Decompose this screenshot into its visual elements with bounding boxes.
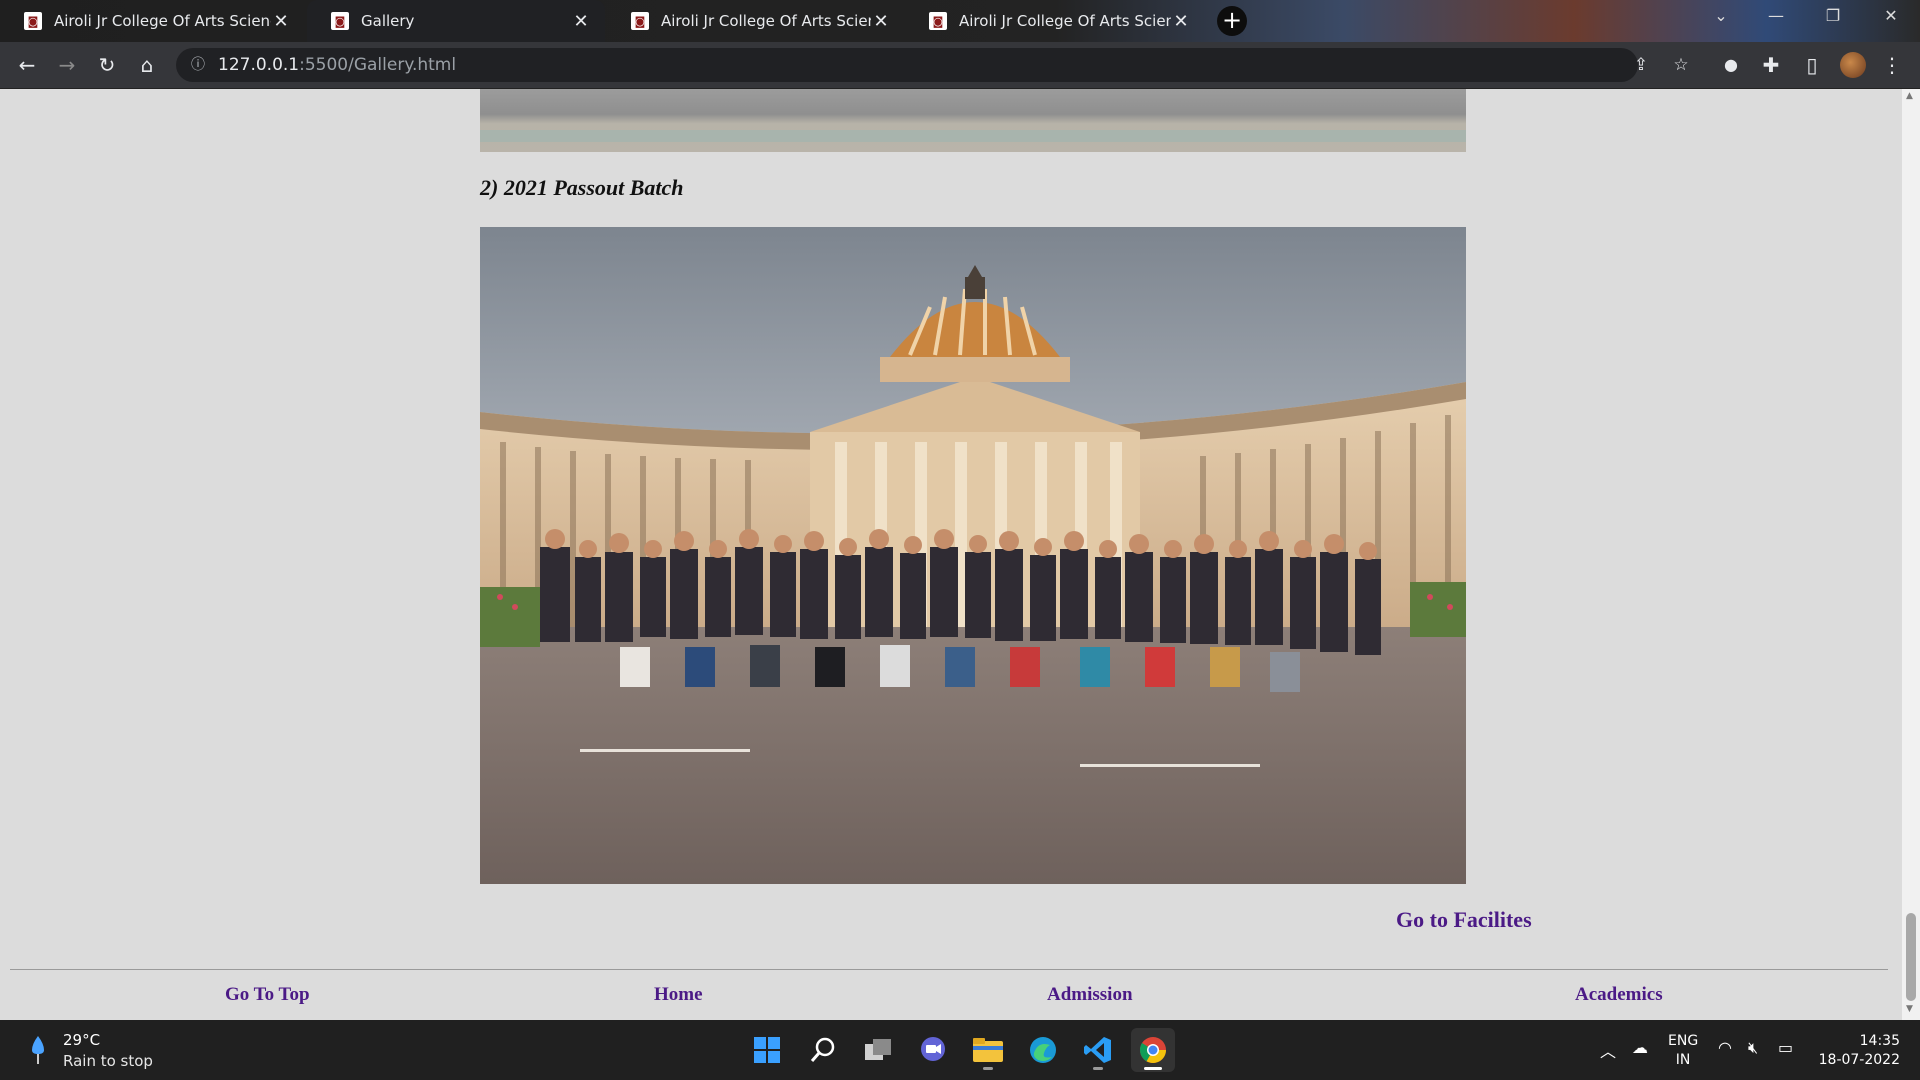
tab-close-icon[interactable]: ✕ — [571, 11, 591, 32]
search-button[interactable] — [801, 1028, 845, 1072]
gallery-section-heading: 2) 2021 Passout Batch — [480, 175, 684, 200]
weather-description[interactable]: Rain to stop — [63, 1052, 153, 1070]
running-indicator — [983, 1067, 993, 1070]
vscode-button[interactable] — [1076, 1028, 1120, 1072]
language-code: ENG — [1668, 1033, 1699, 1049]
weather-temperature[interactable]: 29°C — [63, 1031, 100, 1049]
task-view-icon — [865, 1039, 891, 1060]
rain-weather-icon[interactable] — [30, 1034, 46, 1066]
system-clock[interactable]: 14:35 18-07-2022 — [1816, 1032, 1900, 1070]
page-scrollbar[interactable]: ▲ ▼ — [1902, 89, 1920, 1020]
photo-detail — [480, 130, 1466, 142]
share-icon[interactable]: ⇪ — [1626, 48, 1656, 82]
go-to-facilities-link[interactable]: Go to Facilites — [1396, 907, 1532, 933]
region-code: IN — [1675, 1052, 1691, 1068]
menu-icon[interactable]: ⋮ — [1877, 50, 1907, 80]
file-explorer-button[interactable] — [966, 1028, 1010, 1072]
onedrive-error-icon[interactable]: ☁ — [1632, 1038, 1648, 1057]
windows-taskbar: 29°C Rain to stop ︿ ☁ ENG IN ◠ 🔇︎ ▭ 14:3… — [0, 1020, 1920, 1080]
puzzle-icon[interactable]: ✚ — [1756, 50, 1786, 80]
browser-tab-3[interactable]: ◙ Airoli Jr College Of Arts Science / ✕ — [607, 0, 905, 42]
scroll-up-arrow-icon[interactable]: ▲ — [1906, 91, 1913, 101]
browser-tab-2-gallery[interactable]: ◙ Gallery ✕ — [307, 0, 605, 42]
scrollbar-thumb[interactable] — [1906, 913, 1916, 1001]
url-text[interactable]: 127.0.0.1:5500/Gallery.html — [218, 48, 456, 82]
chrome-button[interactable] — [1131, 1028, 1175, 1072]
windows-logo-icon — [754, 1037, 780, 1063]
edge-icon — [1030, 1037, 1056, 1063]
college-favicon-icon: ◙ — [631, 12, 649, 30]
volume-muted-icon[interactable]: 🔇︎ — [1748, 1038, 1758, 1058]
start-button[interactable] — [745, 1028, 789, 1072]
tab-title: Airoli Jr College Of Arts Science / — [54, 12, 271, 30]
tab-title: Airoli Jr College Of Arts Science / — [959, 12, 1171, 30]
page-viewport: 2) 2021 Passout Batch Go to Facilites Go… — [0, 89, 1902, 1020]
tab-close-icon[interactable]: ✕ — [271, 11, 291, 32]
reload-icon[interactable]: ↻ — [92, 50, 122, 80]
active-indicator — [1144, 1067, 1162, 1070]
minimize-icon[interactable]: — — [1761, 6, 1791, 25]
tab-title: Airoli Jr College Of Arts Science / — [661, 12, 871, 30]
window-close-icon[interactable]: ✕ — [1876, 6, 1906, 25]
edge-browser-button[interactable] — [1021, 1028, 1065, 1072]
college-favicon-icon: ◙ — [929, 12, 947, 30]
group-photo-illustration — [480, 227, 1466, 884]
task-view-button[interactable] — [856, 1028, 900, 1072]
tab-search-icon[interactable]: ⌄ — [1706, 6, 1736, 25]
tab-title: Gallery — [361, 12, 415, 30]
clock-time: 14:35 — [1859, 1033, 1900, 1049]
footer-go-to-top-link[interactable]: Go To Top — [225, 984, 310, 1006]
teams-chat-button[interactable] — [911, 1028, 955, 1072]
scroll-down-arrow-icon[interactable]: ▼ — [1906, 1004, 1913, 1014]
home-icon[interactable]: ⌂ — [132, 50, 162, 80]
search-icon — [810, 1037, 835, 1062]
new-tab-button[interactable]: + — [1217, 6, 1247, 36]
show-hidden-icons-chevron-icon[interactable]: ︿ — [1600, 1038, 1616, 1062]
college-favicon-icon: ◙ — [331, 12, 349, 30]
clock-date: 18-07-2022 — [1818, 1052, 1900, 1068]
info-icon[interactable]: ⓘ — [186, 48, 210, 82]
star-icon[interactable]: ☆ — [1666, 48, 1696, 82]
chat-icon — [921, 1037, 945, 1061]
restore-icon[interactable]: ❐ — [1818, 6, 1848, 25]
battery-icon[interactable]: ▭ — [1778, 1038, 1793, 1057]
forward-icon[interactable]: → — [52, 50, 82, 80]
chrome-icon — [1139, 1037, 1167, 1064]
previous-gallery-photo — [480, 89, 1466, 152]
tab-close-icon[interactable]: ✕ — [871, 11, 891, 32]
folder-icon — [973, 1038, 1003, 1062]
footer-home-link[interactable]: Home — [654, 984, 703, 1006]
browser-tab-1[interactable]: ◙ Airoli Jr College Of Arts Science / ✕ — [0, 0, 305, 42]
back-icon[interactable]: ← — [12, 50, 42, 80]
college-favicon-icon: ◙ — [24, 12, 42, 30]
input-language-indicator[interactable]: ENG IN — [1668, 1032, 1698, 1070]
extension-icon[interactable]: ● — [1716, 50, 1746, 80]
browser-tab-4[interactable]: ◙ Airoli Jr College Of Arts Science / ✕ — [905, 0, 1205, 42]
browser-toolbar: ← → ↻ ⌂ ⓘ 127.0.0.1:5500/Gallery.html ⇪ … — [0, 42, 1920, 89]
profile-avatar[interactable] — [1840, 52, 1866, 78]
footer-academics-link[interactable]: Academics — [1575, 984, 1663, 1006]
vscode-icon — [1084, 1037, 1111, 1063]
tab-close-icon[interactable]: ✕ — [1171, 11, 1191, 32]
footer-admission-link[interactable]: Admission — [1047, 984, 1133, 1006]
batch-group-photo — [480, 227, 1466, 884]
wifi-icon[interactable]: ◠ — [1718, 1038, 1732, 1057]
footer-divider — [10, 969, 1888, 970]
browser-tab-bar: ◙ Airoli Jr College Of Arts Science / ✕ … — [0, 0, 1920, 42]
address-bar[interactable]: ⓘ 127.0.0.1:5500/Gallery.html ⇪ ☆ — [176, 48, 1689, 82]
sidebar-icon[interactable]: ▯ — [1797, 50, 1827, 80]
running-indicator — [1093, 1067, 1103, 1070]
